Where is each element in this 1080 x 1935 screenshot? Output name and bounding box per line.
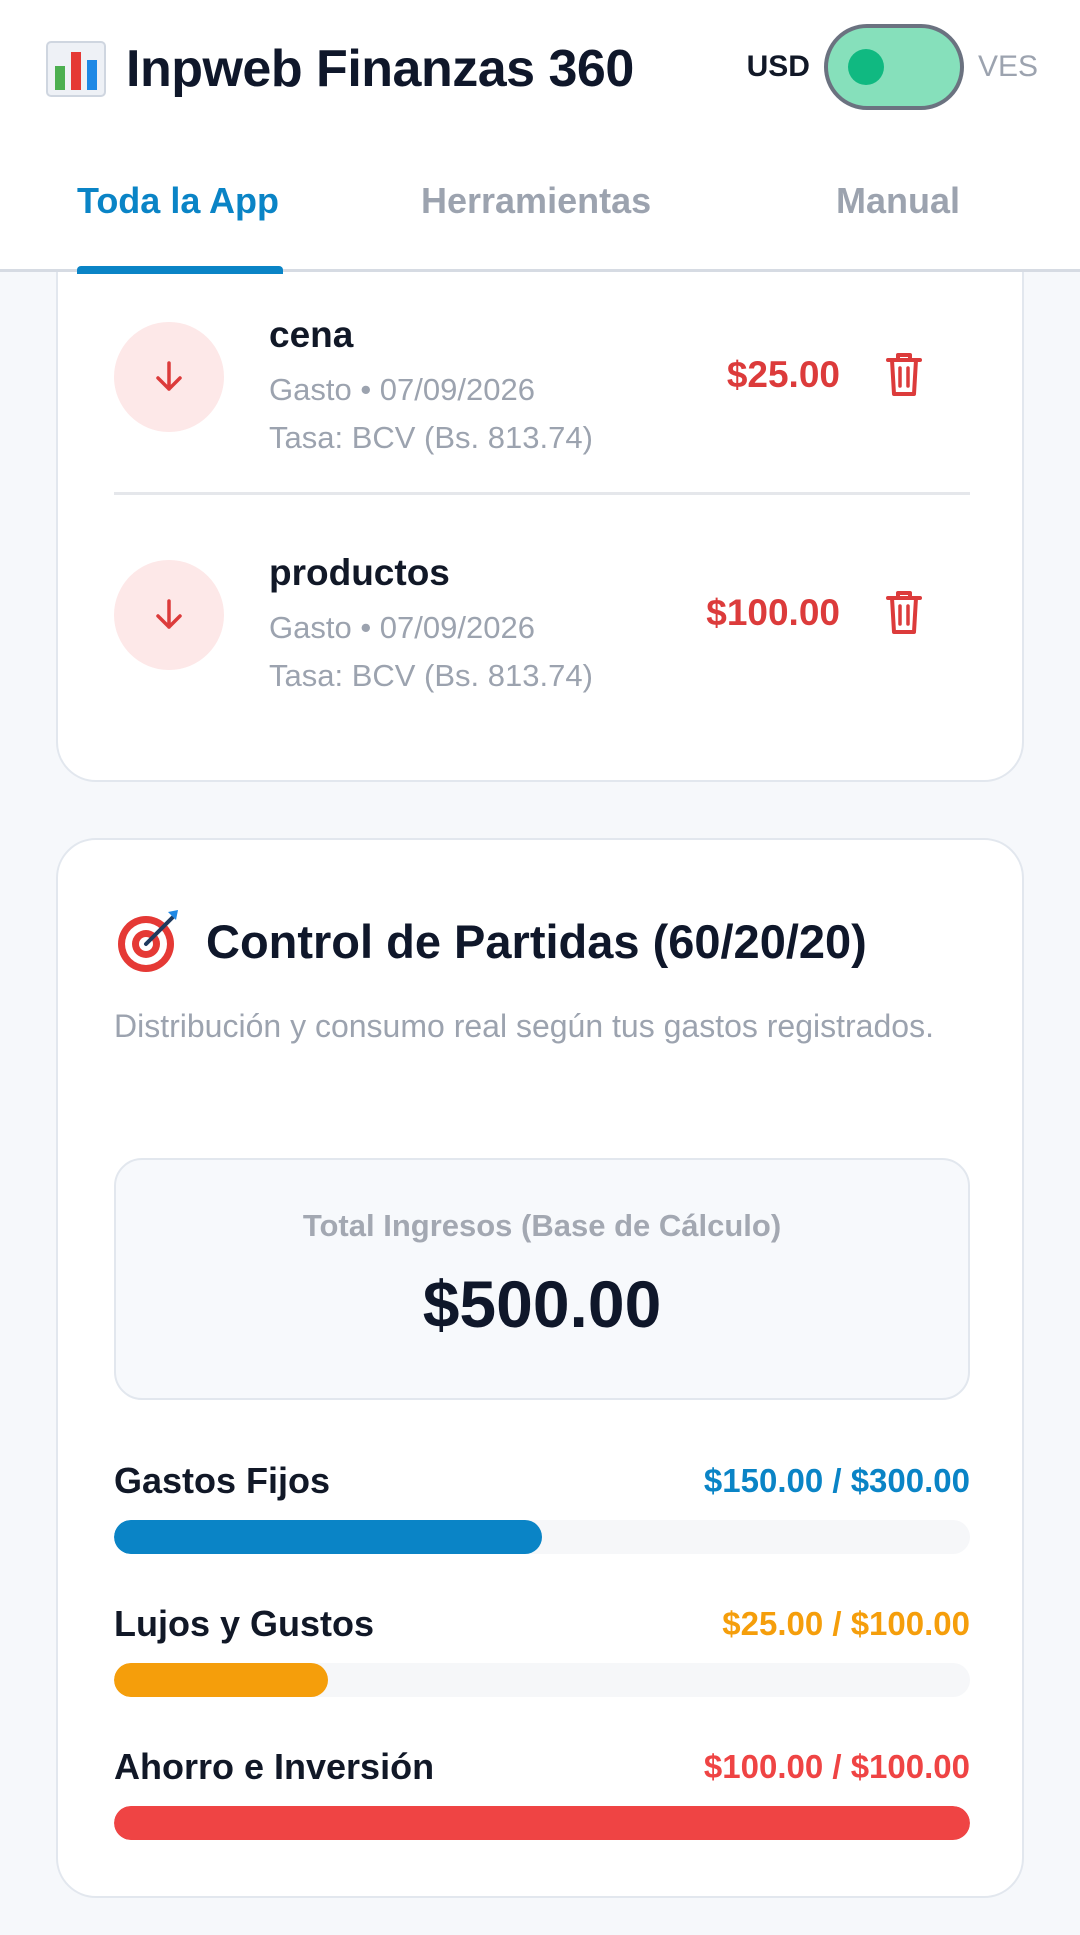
- transaction-type-date: Gasto • 07/09/2026: [269, 372, 535, 407]
- progress-fill: [114, 1806, 970, 1840]
- transactions-card: cena Gasto • 07/09/2026 Tasa: BCV (Bs. 8…: [56, 200, 1024, 782]
- arrow-down-icon: [156, 361, 182, 391]
- toggle-knob: [847, 49, 884, 85]
- app-title: Inpweb Finanzas 360: [126, 40, 634, 98]
- expense-badge: [114, 560, 224, 670]
- budget-item-value: $150.00 / $300.00: [703, 1462, 970, 1499]
- transaction-meta: Gasto • 07/09/2026 Tasa: BCV (Bs. 813.74…: [269, 366, 593, 462]
- tab-manual[interactable]: Manual: [836, 180, 960, 272]
- currency-switch: USD VES: [747, 24, 1038, 110]
- tab-bar: Toda la App Herramientas Manual: [0, 170, 1080, 272]
- transaction-row: productos Gasto • 07/09/2026 Tasa: BCV (…: [114, 552, 970, 720]
- progress-track: [114, 1663, 970, 1697]
- transaction-amount: $100.00: [706, 592, 840, 633]
- budget-title: Control de Partidas (60/20/20): [206, 914, 867, 968]
- active-tab-indicator: [77, 266, 283, 274]
- progress-fill: [114, 1520, 542, 1554]
- transaction-row: cena Gasto • 07/09/2026 Tasa: BCV (Bs. 8…: [114, 314, 970, 482]
- arrow-down-icon: [156, 599, 182, 629]
- transaction-type-date: Gasto • 07/09/2026: [269, 610, 535, 645]
- currency-usd-label: USD: [746, 50, 810, 83]
- budget-subtitle: Distribución y consumo real según tus ga…: [114, 1008, 934, 1044]
- total-income-box: Total Ingresos (Base de Cálculo) $500.00: [114, 1158, 970, 1400]
- budget-control-card: Control de Partidas (60/20/20) Distribuc…: [56, 838, 1024, 1898]
- transaction-rate: Tasa: BCV (Bs. 813.74): [269, 658, 593, 693]
- trash-icon[interactable]: [884, 350, 924, 398]
- row-divider: [114, 492, 970, 495]
- total-income-label: Total Ingresos (Base de Cálculo): [302, 1208, 782, 1243]
- transaction-name: cena: [269, 314, 354, 355]
- budget-item-label: Lujos y Gustos: [114, 1603, 375, 1644]
- budget-header: Control de Partidas (60/20/20): [114, 906, 867, 976]
- transaction-meta: Gasto • 07/09/2026 Tasa: BCV (Bs. 813.74…: [269, 604, 593, 700]
- total-income-value: $500.00: [422, 1267, 662, 1341]
- progress-fill: [114, 1663, 328, 1697]
- brand: Inpweb Finanzas 360: [44, 36, 634, 102]
- bar-chart-icon: [46, 41, 106, 97]
- currency-toggle[interactable]: [823, 24, 964, 110]
- transaction-name: productos: [269, 552, 450, 593]
- tab-toda-la-app[interactable]: Toda la App: [77, 180, 279, 272]
- app-header: Inpweb Finanzas 360 USD VES Toda la App …: [0, 0, 1080, 272]
- progress-track: [114, 1806, 970, 1840]
- transaction-rate: Tasa: BCV (Bs. 813.74): [269, 420, 593, 455]
- budget-item-value: $25.00 / $100.00: [722, 1605, 970, 1642]
- budget-item-label: Gastos Fijos: [114, 1460, 331, 1501]
- tab-herramientas[interactable]: Herramientas: [421, 180, 651, 272]
- budget-item-label: Ahorro e Inversión: [114, 1746, 435, 1787]
- target-icon: [118, 910, 178, 972]
- transaction-amount: $25.00: [726, 354, 840, 395]
- currency-ves-label: VES: [977, 50, 1038, 83]
- expense-badge: [114, 322, 224, 432]
- budget-item-value: $100.00 / $100.00: [703, 1748, 970, 1785]
- trash-icon[interactable]: [884, 588, 924, 636]
- progress-track: [114, 1520, 970, 1554]
